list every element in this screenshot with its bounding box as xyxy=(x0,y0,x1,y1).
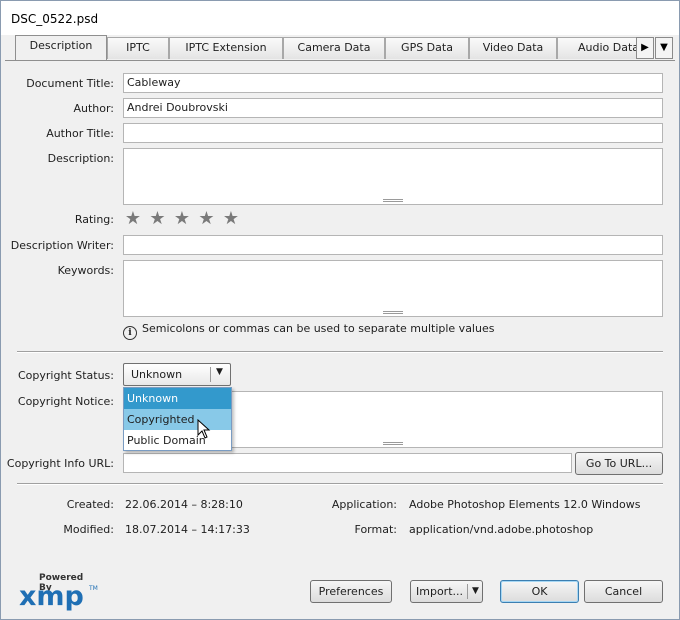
tab-iptc[interactable]: IPTC xyxy=(107,37,169,59)
tab-video-data[interactable]: Video Data xyxy=(469,37,557,59)
copyright-status-dropdown: Unknown Copyrighted Public Domain xyxy=(123,387,232,451)
copyright-url-label: Copyright Info URL: xyxy=(6,457,114,470)
import-button[interactable]: Import... ▼ xyxy=(410,580,483,603)
file-info-dialog: DSC_0522.psd Description IPTC IPTC Exten… xyxy=(0,0,680,620)
resize-grip-icon[interactable] xyxy=(383,311,403,314)
tab-scroll-right-icon[interactable]: ▶ xyxy=(636,37,654,59)
created-label: Created: xyxy=(66,498,114,511)
keywords-textarea[interactable] xyxy=(123,260,663,317)
copyright-status-select[interactable]: Unknown ▼ xyxy=(123,363,231,386)
created-value: 22.06.2014 – 8:28:10 xyxy=(125,498,243,511)
copyright-url-input[interactable] xyxy=(123,453,572,473)
xmp-trademark: TM xyxy=(89,585,98,592)
star-icon[interactable]: ★ xyxy=(148,209,168,229)
rating-label: Rating: xyxy=(74,213,114,226)
copyright-status-value: Unknown xyxy=(131,368,183,381)
format-value: application/vnd.adobe.photoshop xyxy=(409,523,594,536)
xmp-logo-text: xmp xyxy=(19,581,84,612)
chevron-down-icon[interactable]: ▼ xyxy=(216,367,223,377)
separator xyxy=(17,483,663,485)
import-button-label: Import... xyxy=(416,585,463,598)
tab-description[interactable]: Description xyxy=(15,35,107,60)
option-unknown[interactable]: Unknown xyxy=(124,388,231,409)
import-divider xyxy=(467,584,468,599)
star-icon[interactable]: ★ xyxy=(123,209,143,229)
description-writer-input[interactable] xyxy=(123,235,663,255)
go-to-url-button[interactable]: Go To URL... xyxy=(575,452,663,475)
description-textarea[interactable] xyxy=(123,148,663,205)
star-icon[interactable]: ★ xyxy=(197,209,217,229)
option-public-domain[interactable]: Public Domain xyxy=(124,430,231,451)
star-icon[interactable]: ★ xyxy=(172,209,192,229)
cancel-button[interactable]: Cancel xyxy=(584,580,663,603)
copyright-status-label: Copyright Status: xyxy=(17,369,114,382)
combo-divider xyxy=(210,367,211,382)
keywords-label: Keywords: xyxy=(57,264,114,277)
tab-audio-data[interactable]: Audio Data xyxy=(557,37,637,59)
document-title-input[interactable]: Cableway xyxy=(123,73,663,93)
mouse-pointer-icon xyxy=(197,419,211,439)
format-label: Format: xyxy=(354,523,397,536)
keywords-hint-text: Semicolons or commas can be used to sepa… xyxy=(142,322,495,335)
description-writer-label: Description Writer: xyxy=(10,239,114,252)
author-title-label: Author Title: xyxy=(46,127,114,140)
application-label: Application: xyxy=(331,498,397,511)
modified-label: Modified: xyxy=(63,523,114,536)
modified-value: 18.07.2014 – 14:17:33 xyxy=(125,523,250,536)
tab-gps-data[interactable]: GPS Data xyxy=(385,37,469,59)
title-bar: DSC_0522.psd xyxy=(1,1,679,35)
chevron-down-icon[interactable]: ▼ xyxy=(472,581,479,602)
tab-strip: Description IPTC IPTC Extension Camera D… xyxy=(15,35,675,61)
window-title: DSC_0522.psd xyxy=(11,12,99,26)
tab-camera-data[interactable]: Camera Data xyxy=(283,37,385,59)
tab-menu-icon[interactable]: ▼ xyxy=(655,37,673,59)
tab-iptc-extension[interactable]: IPTC Extension xyxy=(169,37,283,59)
resize-grip-icon[interactable] xyxy=(383,442,403,445)
author-title-input[interactable] xyxy=(123,123,663,143)
rating-stars: ★ ★ ★ ★ ★ xyxy=(123,209,246,229)
ok-button[interactable]: OK xyxy=(500,580,579,603)
xmp-logo: Powered By xmp TM xyxy=(19,573,99,612)
copyright-notice-label: Copyright Notice: xyxy=(17,395,114,408)
resize-grip-icon[interactable] xyxy=(383,199,403,202)
star-icon[interactable]: ★ xyxy=(221,209,241,229)
author-input[interactable]: Andrei Doubrovski xyxy=(123,98,663,118)
document-title-label: Document Title: xyxy=(26,77,114,90)
option-copyrighted[interactable]: Copyrighted xyxy=(124,409,231,430)
keywords-hint: i Semicolons or commas can be used to sep… xyxy=(123,322,494,340)
info-icon: i xyxy=(123,326,137,340)
description-label: Description: xyxy=(47,152,114,165)
preferences-button[interactable]: Preferences xyxy=(310,580,392,603)
author-label: Author: xyxy=(73,102,114,115)
separator xyxy=(17,351,663,353)
application-value: Adobe Photoshop Elements 12.0 Windows xyxy=(409,498,641,511)
